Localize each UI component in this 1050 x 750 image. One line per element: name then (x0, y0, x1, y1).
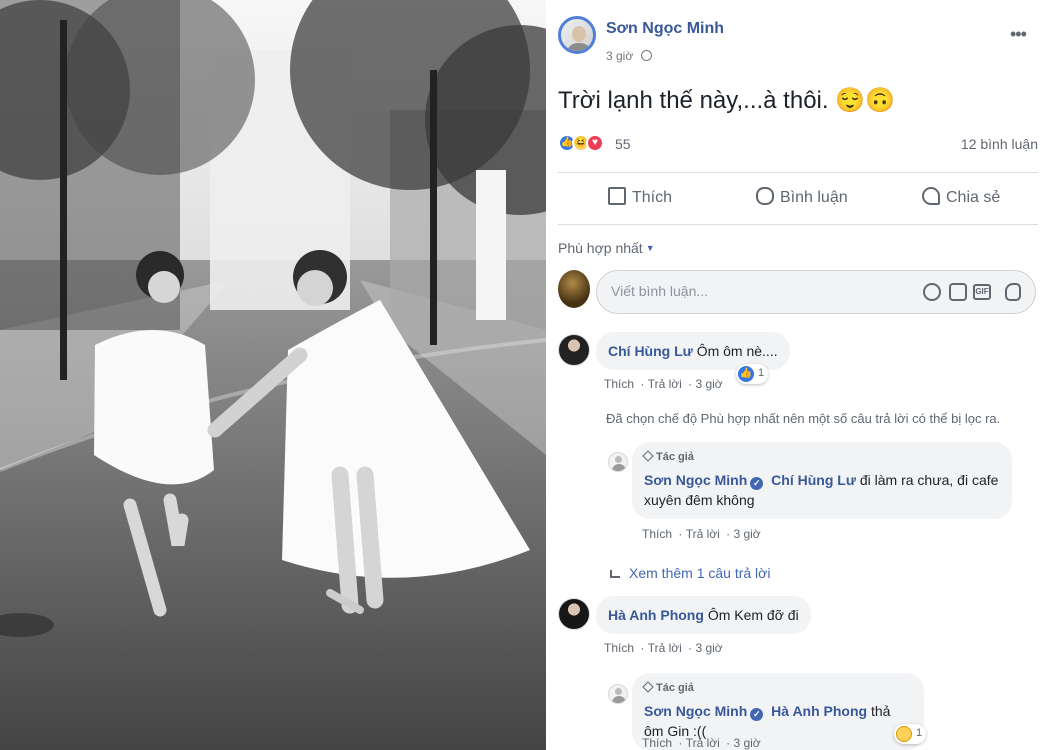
thumbs-up-icon (608, 187, 626, 205)
reply-mention[interactable]: Hà Anh Phong (771, 703, 867, 719)
filter-notice: Đã chọn chế độ Phù hợp nhất nên một số c… (606, 411, 1001, 426)
comment-reply-link[interactable]: Trả lời (648, 641, 682, 655)
public-globe-icon (641, 50, 652, 61)
haha-reaction-icon (896, 726, 912, 742)
comment-bubble: Hà Anh Phong Ôm Kem đỡ đi (596, 596, 811, 634)
reply-author[interactable]: Sơn Ngọc Minh (644, 703, 747, 719)
comment-count[interactable]: 12 bình luận (961, 136, 1038, 152)
comment-time[interactable]: 3 giờ (695, 377, 722, 391)
reply-reply-link[interactable]: Trả lời (686, 736, 720, 750)
comment-text: Ôm ôm nè.... (696, 343, 778, 359)
author-tag: Tác giả (642, 447, 1000, 467)
more-options-icon[interactable]: ••• (1010, 24, 1027, 45)
pen-icon (642, 450, 654, 462)
author-avatar[interactable] (558, 16, 596, 54)
comment-avatar[interactable] (558, 598, 590, 630)
top-divider (558, 172, 1038, 173)
reply-time[interactable]: 3 giờ (733, 736, 760, 750)
comment-meta: Thích · Trả lời · 3 giờ (604, 641, 723, 655)
more-replies-link[interactable]: Xem thêm 1 câu trả lời (610, 565, 770, 581)
reply-avatar[interactable] (608, 684, 628, 704)
share-arrow-icon (922, 187, 940, 205)
reply-time[interactable]: 3 giờ (733, 527, 760, 541)
like-reaction-icon: 👍 (738, 366, 754, 382)
comment-like-link[interactable]: Thích (604, 641, 634, 655)
comment-avatar[interactable] (558, 334, 590, 366)
reply-mention[interactable]: Chí Hùng Lư (771, 472, 856, 488)
reply-reply-link[interactable]: Trả lời (686, 527, 720, 541)
comment-reaction-count[interactable]: 👍 1 (736, 364, 768, 384)
filter-caret-icon: ▼ (645, 243, 655, 253)
reply-arrow-icon (610, 570, 620, 578)
camera-icon[interactable] (949, 283, 967, 301)
comment-author[interactable]: Hà Anh Phong (608, 607, 704, 623)
reply-like-link[interactable]: Thích (642, 527, 672, 541)
comment-input[interactable] (609, 282, 909, 300)
love-icon: ♥ (586, 134, 604, 152)
comment-reply-link[interactable]: Trả lời (648, 377, 682, 391)
comment-filter[interactable]: Phù hợp nhất ▼ (558, 240, 655, 256)
comment-text: Ôm Kem đỡ đi (707, 607, 799, 623)
reaction-count: 55 (615, 136, 631, 152)
post-panel: Sơn Ngọc Minh 3 giờ ••• Trời lạnh thế nà… (546, 0, 1050, 750)
comment-time[interactable]: 3 giờ (695, 641, 722, 655)
reply-meta: Thích · Trả lời · 3 giờ (642, 527, 761, 541)
reply-reaction-count[interactable]: 1 (894, 724, 926, 744)
gif-icon[interactable]: GIF (973, 284, 991, 300)
like-button[interactable]: Thích (608, 187, 672, 207)
black-and-white-street-photo (0, 0, 546, 750)
comment-author[interactable]: Chí Hùng Lư (608, 343, 693, 359)
bottom-divider (558, 224, 1038, 225)
comment-like-link[interactable]: Thích (604, 377, 634, 391)
reply-bubble: Tác giả Sơn Ngọc Minh ✓ Chí Hùng Lư đi là… (632, 442, 1012, 519)
composer-avatar[interactable] (558, 270, 590, 308)
post-photo[interactable] (0, 0, 546, 750)
comment-button[interactable]: Bình luận (756, 187, 848, 207)
sticker-icon[interactable] (1005, 283, 1021, 301)
share-button[interactable]: Chia sẻ (922, 187, 1000, 207)
comment-composer[interactable]: GIF (596, 270, 1036, 314)
post-text: Trời lạnh thế này,...à thôi. 😌🙃 (558, 87, 895, 114)
comment-meta: Thích · Trả lời · 3 giờ (604, 377, 723, 391)
verified-badge-icon: ✓ (750, 477, 764, 490)
reply-avatar[interactable] (608, 452, 628, 472)
pen-icon (642, 681, 654, 693)
post-actions: Thích Bình luận Chia sẻ (558, 175, 1038, 221)
comment-bubble-icon (756, 187, 774, 205)
post-time[interactable]: 3 giờ (606, 49, 633, 63)
author-tag: Tác giả (642, 678, 912, 698)
post-author-name[interactable]: Sơn Ngọc Minh (606, 20, 724, 38)
reply-author[interactable]: Sơn Ngọc Minh (644, 472, 747, 488)
reply-like-link[interactable]: Thích (642, 736, 672, 750)
verified-badge-icon: ✓ (750, 708, 764, 721)
emoji-icon[interactable] (923, 283, 941, 301)
reply-meta: Thích · Trả lời · 3 giờ (642, 736, 761, 750)
post-header: Sơn Ngọc Minh 3 giờ ••• (558, 16, 1038, 72)
post-reactions[interactable]: 👍 😆 ♥ 55 12 bình luận (558, 133, 1038, 157)
